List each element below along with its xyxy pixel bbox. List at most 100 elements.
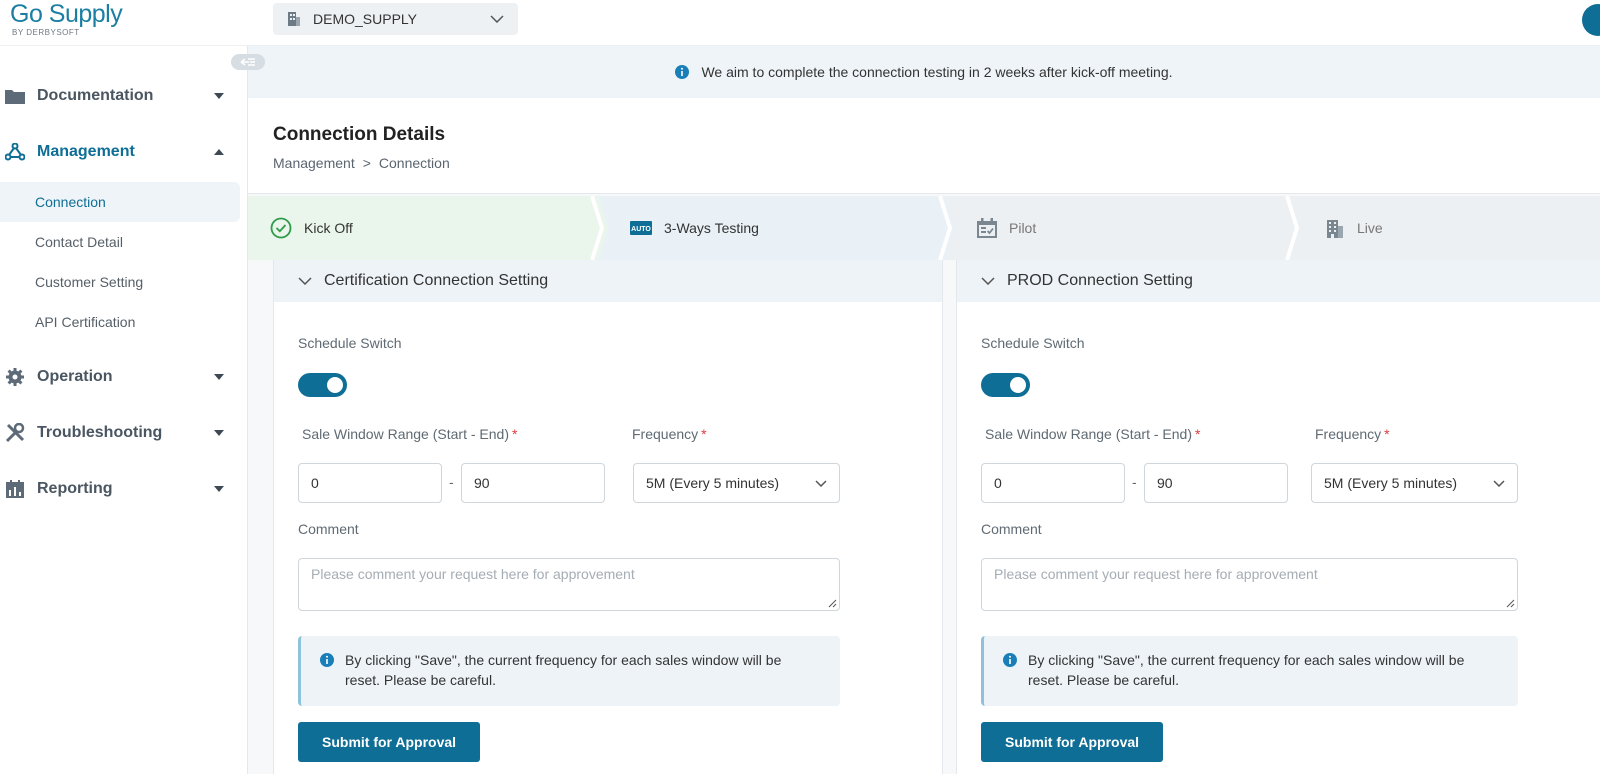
caret-down-icon [214,430,224,436]
notice-line-2: reset. Please be careful. [1028,672,1179,688]
caret-down-icon [214,486,224,492]
logo-main-text: Go Supply [10,0,123,28]
step-separator [1285,196,1300,260]
range-start-input[interactable]: 0 [981,463,1125,503]
sidebar-item-label: Operation [37,368,113,385]
sidebar-item-documentation[interactable]: Documentation [0,76,248,116]
comment-placeholder: Please comment your request here for app… [311,566,635,582]
main-content: We aim to complete the connection testin… [248,46,1600,774]
sidebar-item-operation[interactable]: Operation [0,357,248,397]
sidebar-item-management[interactable]: Management [0,132,248,172]
frequency-label: Frequency * [1315,426,1390,442]
certification-panel: Certification Connection Setting Schedul… [273,260,943,774]
step-label: Live [1357,220,1383,236]
breadcrumb-separator: > [362,155,371,171]
save-warning-notice: By clicking "Save", the current frequenc… [981,636,1518,706]
chevron-down-icon [490,15,504,23]
chevron-down-icon [981,277,995,285]
chevron-down-icon [298,277,312,285]
comment-placeholder: Please comment your request here for app… [994,566,1318,582]
step-label: Kick Off [304,220,353,236]
step-kick-off[interactable]: Kick Off [270,196,353,260]
page-title: Connection Details [273,124,446,145]
submit-for-approval-button[interactable]: Submit for Approval [298,722,481,762]
notice-line-1: By clicking "Save", the current frequenc… [345,652,782,668]
caret-down-icon [214,374,224,380]
frequency-label: Frequency * [632,426,707,442]
frequency-select[interactable]: 5M (Every 5 minutes) [1311,463,1518,503]
sidebar-item-label: Reporting [37,480,113,497]
sidebar-item-reporting[interactable]: Reporting [0,469,248,509]
panel-title: Certification Connection Setting [324,272,549,289]
svg-text:AUTO: AUTO [631,226,651,233]
caret-up-icon [214,149,224,155]
schedule-switch-label: Schedule Switch [298,335,402,351]
banner-text: We aim to complete the connection testin… [701,64,1173,80]
sidebar-item-label: Documentation [37,87,154,104]
step-label: 3-Ways Testing [664,220,759,236]
page-header: Connection Details Management > Connection [248,98,1600,194]
info-icon [1003,653,1017,667]
breadcrumb: Management > Connection [273,155,450,171]
comment-label: Comment [981,521,1042,537]
submit-for-approval-button[interactable]: Submit for Approval [981,722,1164,762]
tenant-name: DEMO_SUPPLY [313,11,417,27]
check-circle-icon [270,217,292,239]
sidebar-subitem-customer-setting[interactable]: Customer Setting [0,262,240,302]
sale-window-label: Sale Window Range (Start - End) * [302,426,518,442]
notice-line-1: By clicking "Save", the current frequenc… [1028,652,1465,668]
frequency-value: 5M (Every 5 minutes) [1324,475,1458,491]
info-banner: We aim to complete the connection testin… [248,46,1600,98]
logo-sub-text: BY DERBYSOFT [12,28,80,37]
schedule-switch-toggle[interactable] [298,373,347,397]
avatar[interactable] [1582,4,1600,36]
range-dash: - [1132,474,1137,490]
sidebar-item-troubleshooting[interactable]: Troubleshooting [0,413,248,453]
network-icon [5,142,25,162]
building-icon [288,12,300,26]
prod-panel: PROD Connection Setting Schedule Switch … [956,260,1600,774]
breadcrumb-connection: Connection [378,155,450,171]
sidebar-subitem-api-certification[interactable]: API Certification [0,302,240,342]
tools-icon [5,423,25,443]
save-warning-notice: By clicking "Save", the current frequenc… [298,636,840,706]
panel-header[interactable]: PROD Connection Setting [957,260,1600,302]
comment-textarea[interactable]: Please comment your request here for app… [981,558,1518,611]
resize-grip-icon[interactable] [1505,598,1515,608]
collapse-icon [240,58,255,66]
frequency-value: 5M (Every 5 minutes) [646,475,780,491]
range-start-input[interactable]: 0 [298,463,442,503]
breadcrumb-management[interactable]: Management [273,155,355,171]
step-3-ways-testing[interactable]: AUTO 3-Ways Testing [630,196,759,260]
sidebar-subitem-connection[interactable]: Connection [0,182,240,222]
chevron-down-icon [1493,479,1505,487]
sidebar: Documentation Management Connection Cont… [0,46,265,774]
logo[interactable]: Go Supply BY DERBYSOFT [10,0,123,37]
step-pilot[interactable]: Pilot [977,196,1036,260]
info-icon [320,653,334,667]
sidebar-collapse-button[interactable] [231,54,265,70]
comment-textarea[interactable]: Please comment your request here for app… [298,558,840,611]
frequency-select[interactable]: 5M (Every 5 minutes) [633,463,840,503]
step-label: Pilot [1009,220,1037,236]
sidebar-item-label: Troubleshooting [37,424,163,441]
step-live[interactable]: Live [1325,196,1383,260]
panel-header[interactable]: Certification Connection Setting [274,260,942,302]
range-end-input[interactable]: 90 [1144,463,1288,503]
auto-icon: AUTO [630,221,652,235]
step-separator [936,196,956,260]
resize-grip-icon[interactable] [827,598,837,608]
step-separator [588,196,608,260]
info-icon [675,65,690,79]
range-dash: - [449,474,454,490]
sale-window-label: Sale Window Range (Start - End) * [985,426,1201,442]
schedule-switch-toggle[interactable] [981,373,1030,397]
comment-label: Comment [298,521,359,537]
schedule-switch-label: Schedule Switch [981,335,1085,351]
panel-title: PROD Connection Setting [1007,272,1193,289]
notice-line-2: reset. Please be careful. [345,672,496,688]
chevron-down-icon [815,479,827,487]
sidebar-subitem-contact-detail[interactable]: Contact Detail [0,222,240,262]
tenant-selector[interactable]: DEMO_SUPPLY [273,3,518,35]
range-end-input[interactable]: 90 [461,463,605,503]
